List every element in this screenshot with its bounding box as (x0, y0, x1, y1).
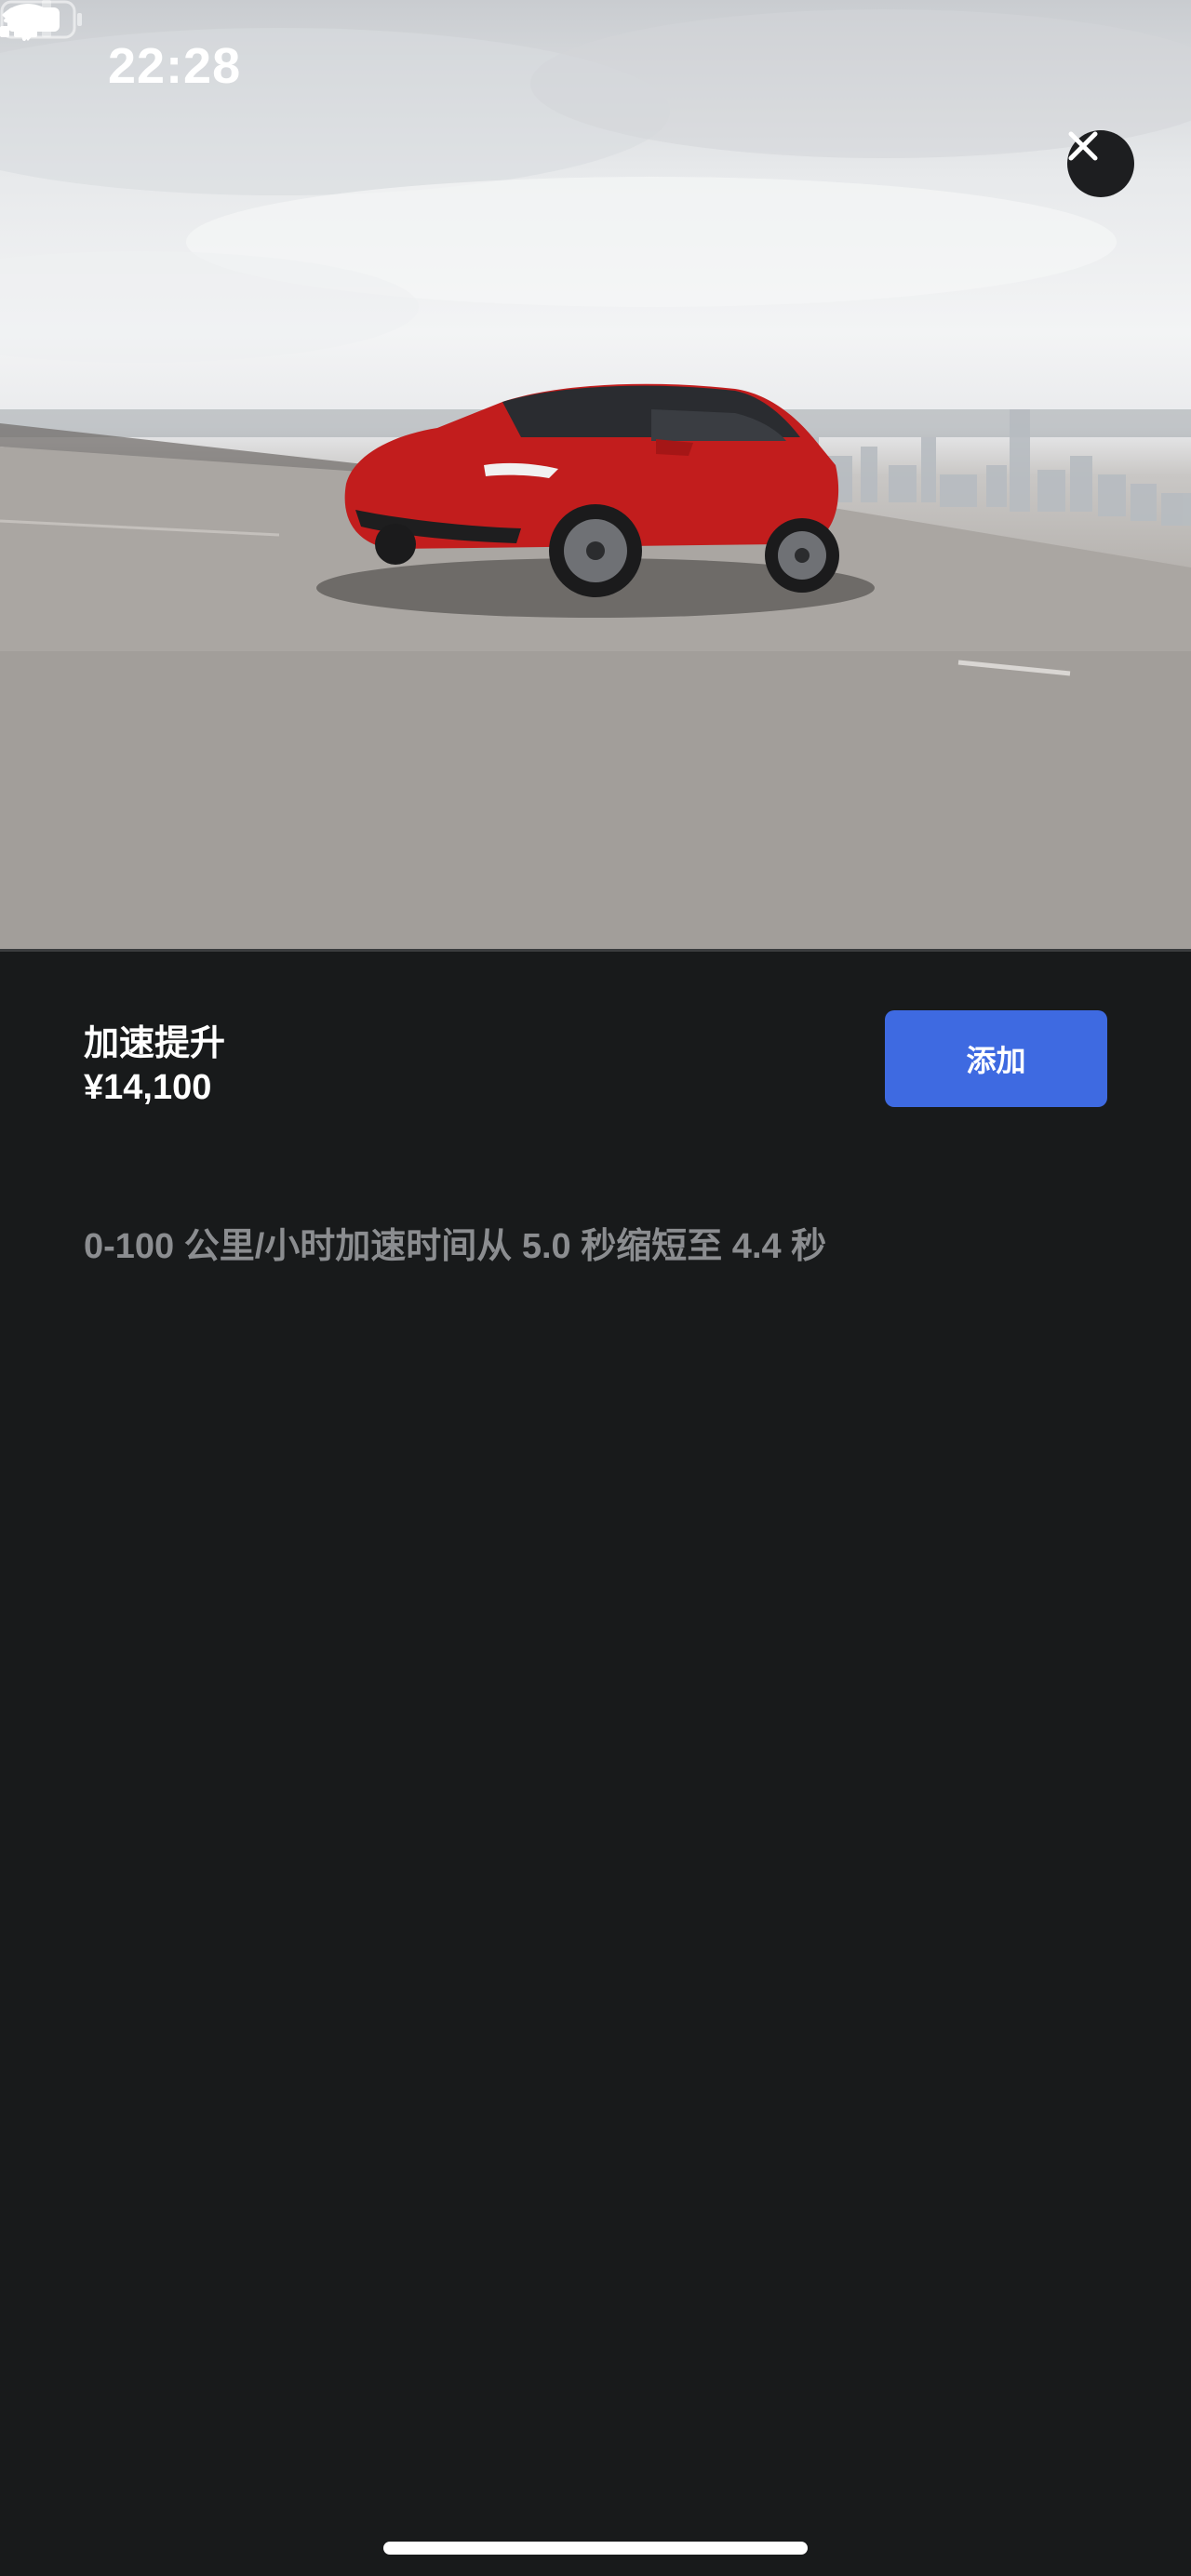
car-illustration (0, 9, 1191, 951)
close-button[interactable] (1067, 130, 1134, 197)
hero-divider (0, 949, 1191, 952)
add-button[interactable]: 添加 (885, 1010, 1107, 1107)
hero-image: 22:28 (0, 0, 1191, 951)
option-price: ¥14,100 (84, 1068, 212, 1107)
option-description: 0-100 公里/小时加速时间从 5.0 秒缩短至 4.4 秒 (84, 1227, 827, 1266)
status-time: 22:28 (108, 38, 242, 94)
home-indicator[interactable] (383, 2542, 808, 2555)
battery-icon (0, 0, 82, 39)
close-icon (1068, 131, 1098, 161)
option-title: 加速提升 (84, 1024, 226, 1063)
upgrade-detail-screen: 22:28 加速提升 ¥14,100 添加 0-100 公里/小时加速时间从 5… (0, 0, 1191, 2576)
